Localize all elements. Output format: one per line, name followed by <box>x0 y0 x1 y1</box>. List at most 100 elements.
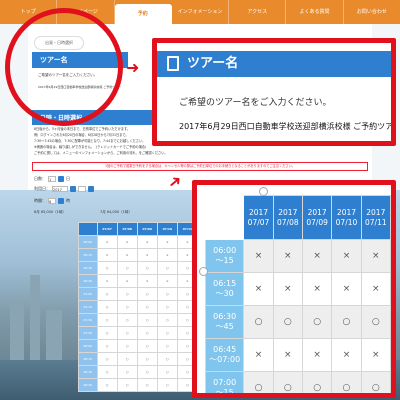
schedule-table: 2017 07/07 2017 07/08 2017 07/09 2017 07/10 2017… <box>204 195 391 393</box>
slot-cell[interactable]: ○ <box>116 313 138 327</box>
time-cell: 08:00 <box>78 339 98 353</box>
zoom-tour-selected[interactable]: 2017年6月29日西口自動車学校送迎部横浜校様 ご予約ツアー <box>179 121 391 132</box>
drag-handle-top[interactable] <box>259 187 268 196</box>
slot-cell[interactable]: ○ <box>136 313 158 327</box>
time-start: 06:00 <box>213 246 237 255</box>
time-cell: 08:15 <box>78 352 98 366</box>
drag-handle-left[interactable] <box>199 267 208 276</box>
unavailable-slot: × <box>301 239 333 273</box>
days-spin-button[interactable] <box>58 176 64 182</box>
nav-item[interactable]: よくある質問 <box>286 0 344 24</box>
slot-cell[interactable]: ○ <box>96 326 118 340</box>
slot-cell[interactable]: ○ <box>116 365 138 379</box>
table-row: 08:00 ○ ○ ○ ○ ○ <box>78 339 199 353</box>
slot-cell[interactable]: ○ <box>156 352 178 366</box>
time-select[interactable]: 6 <box>48 198 56 204</box>
month-tab-june[interactable]: 6月 ¥5,000（1時） <box>34 210 66 215</box>
available-slot[interactable]: ○ <box>243 371 274 393</box>
slot-cell[interactable]: ○ <box>116 339 138 353</box>
table-row: 06:30 ○ ○ ○ ○ ○ <box>78 261 199 275</box>
nav-item[interactable]: 予約 <box>114 4 172 24</box>
time-cell: 07:15 <box>78 300 98 314</box>
slot-cell[interactable]: ○ <box>136 378 158 392</box>
slot-cell[interactable]: ○ <box>136 326 158 340</box>
slot-cell[interactable]: ○ <box>96 378 118 392</box>
slot-cell[interactable]: ○ <box>136 339 158 353</box>
available-slot[interactable]: ○ <box>360 305 391 339</box>
slot-cell: × <box>96 235 118 249</box>
available-slot[interactable]: ○ <box>360 371 391 393</box>
slot-cell[interactable]: ○ <box>116 326 138 340</box>
table-row: 06:45 〜07:00 × × × × × <box>204 338 391 372</box>
time-spin-button[interactable] <box>58 198 64 204</box>
time-value: 6 <box>49 200 52 204</box>
date-header: 07/09 <box>136 222 158 236</box>
available-slot[interactable]: ○ <box>243 305 274 339</box>
slot-cell[interactable]: ○ <box>96 365 118 379</box>
unavailable-slot: × <box>301 338 333 372</box>
table-row: 06:15 〜30 × × × × × <box>204 272 391 306</box>
slot-cell[interactable]: ○ <box>116 261 138 275</box>
slot-cell[interactable]: ○ <box>156 326 178 340</box>
slot-cell[interactable]: ○ <box>96 313 118 327</box>
slot-cell[interactable]: ○ <box>156 365 178 379</box>
date-header: 2017 07/10 <box>331 195 362 240</box>
small-schedule-table: 07/07 07/08 07/09 07/10 07/11 06:00 × × × × × 06:15… <box>78 222 199 392</box>
table-row: 07:45 ○ ○ ○ ○ ○ <box>78 326 199 340</box>
nav-item[interactable]: アクセス <box>229 0 287 24</box>
slot-cell[interactable]: ○ <box>136 352 158 366</box>
available-slot[interactable]: ○ <box>301 371 333 393</box>
time-cell: 08:30 <box>78 365 98 379</box>
time-cell: 07:00 〜15 <box>204 371 245 393</box>
slot-cell[interactable]: ○ <box>156 261 178 275</box>
time-cell: 08:45 <box>78 378 98 392</box>
slot-cell[interactable]: ○ <box>136 300 158 314</box>
zoom-table-callout: 2017 07/07 2017 07/08 2017 07/09 2017 07/10 2017… <box>192 180 396 398</box>
date-year: 2017 <box>248 207 269 217</box>
days-value: 1 <box>49 178 52 182</box>
month-select[interactable] <box>78 186 86 192</box>
available-slot[interactable]: ○ <box>272 371 303 393</box>
slot-cell: × <box>156 248 178 262</box>
time-cell: 06:30 <box>78 261 98 275</box>
slot-cell[interactable]: ○ <box>156 313 178 327</box>
document-icon <box>167 56 179 71</box>
slot-cell: × <box>136 235 158 249</box>
slot-cell[interactable]: ○ <box>96 339 118 353</box>
available-slot[interactable]: ○ <box>331 371 362 393</box>
slot-cell[interactable]: ○ <box>96 352 118 366</box>
slot-cell[interactable]: ○ <box>156 339 178 353</box>
time-cell: 07:00 <box>78 287 98 301</box>
days-select[interactable]: 1 <box>48 176 56 182</box>
nav-item[interactable]: お問い合わせ <box>344 0 400 24</box>
available-slot[interactable]: ○ <box>331 305 362 339</box>
warning-note: 1回のご予約で複数日予約をする場合は、キャンセル等の際はご予約日単位でのお手続き… <box>32 162 368 171</box>
slot-cell[interactable]: ○ <box>156 378 178 392</box>
slot-cell[interactable]: ○ <box>156 287 178 301</box>
slot-cell[interactable]: ○ <box>156 300 178 314</box>
day-spin-button[interactable] <box>88 186 94 192</box>
slot-cell[interactable]: ○ <box>136 365 158 379</box>
nav-item[interactable]: インフォメーション <box>172 0 230 24</box>
date-day: 07/11 <box>365 217 387 227</box>
unavailable-slot: × <box>272 239 303 273</box>
slot-cell[interactable]: ○ <box>96 261 118 275</box>
table-row: 08:15 ○ ○ ○ ○ ○ <box>78 352 199 366</box>
month-tab-july[interactable]: 7月 ¥4,000（1時） <box>100 210 132 215</box>
table-row: 08:30 ○ ○ ○ ○ ○ <box>78 365 199 379</box>
slot-cell[interactable]: ○ <box>116 352 138 366</box>
slot-cell[interactable]: ○ <box>96 300 118 314</box>
days-label: 日数： <box>34 176 46 181</box>
available-slot[interactable]: ○ <box>301 305 333 339</box>
slot-cell: × <box>96 248 118 262</box>
slot-cell[interactable]: ○ <box>96 287 118 301</box>
month-spin-button[interactable] <box>70 186 76 192</box>
slot-cell[interactable]: ○ <box>136 261 158 275</box>
slot-cell[interactable]: ○ <box>116 287 138 301</box>
slot-cell[interactable]: ○ <box>136 287 158 301</box>
slot-cell[interactable]: ○ <box>116 378 138 392</box>
date-day: 07/08 <box>277 217 299 227</box>
slot-cell[interactable]: ○ <box>116 300 138 314</box>
available-slot[interactable]: ○ <box>272 305 303 339</box>
year-select[interactable]: 2017 <box>52 186 68 192</box>
